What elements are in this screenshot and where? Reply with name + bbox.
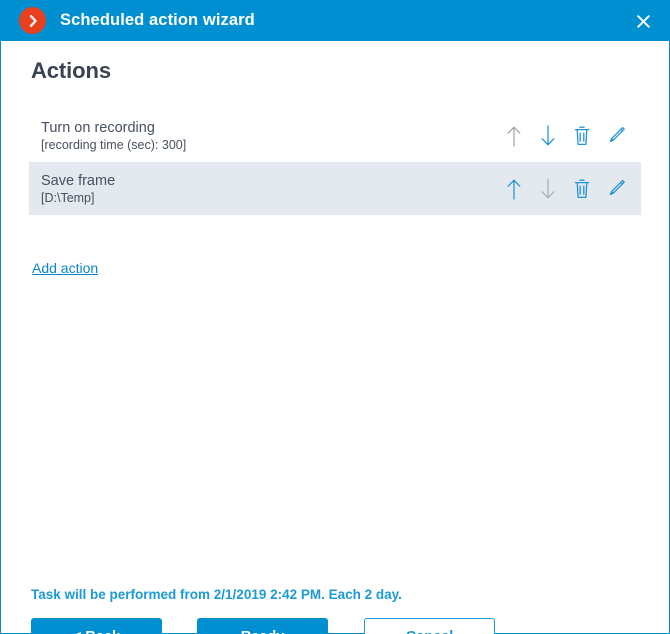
title-bar: Scheduled action wizard <box>0 0 670 41</box>
window-body: Actions Turn on recording [recording tim… <box>0 41 670 634</box>
action-name: Turn on recording <box>41 119 155 136</box>
ready-button[interactable]: Ready <box>197 618 328 634</box>
action-detail: [recording time (sec): 300] <box>41 137 187 152</box>
action-row[interactable]: Turn on recording [recording time (sec):… <box>29 109 641 162</box>
trash-icon[interactable] <box>565 121 599 151</box>
cancel-button[interactable]: Cancel <box>364 618 495 634</box>
status-text: Task will be performed from 2/1/2019 2:4… <box>31 587 402 602</box>
arrow-down-icon[interactable] <box>531 121 565 151</box>
action-row-icons <box>497 174 641 204</box>
page-title: Actions <box>31 58 111 83</box>
action-row-texts: Save frame [D:\Temp] <box>29 172 497 206</box>
arrow-up-icon[interactable] <box>497 174 531 204</box>
pencil-icon[interactable] <box>599 174 633 204</box>
action-row[interactable]: Save frame [D:\Temp] <box>29 162 641 215</box>
pencil-icon[interactable] <box>599 121 633 151</box>
actions-list: Turn on recording [recording time (sec):… <box>29 109 641 215</box>
close-icon[interactable] <box>630 8 656 34</box>
add-action-link[interactable]: Add action <box>32 260 98 276</box>
arrow-up-icon <box>497 121 531 151</box>
trash-icon[interactable] <box>565 174 599 204</box>
scheduled-action-wizard-window: Scheduled action wizard Actions Turn on … <box>0 0 670 634</box>
action-name: Save frame <box>41 172 116 189</box>
action-row-icons <box>497 121 641 151</box>
back-button[interactable]: < Back <box>31 618 162 634</box>
window-title: Scheduled action wizard <box>60 11 255 29</box>
action-row-texts: Turn on recording [recording time (sec):… <box>29 119 497 153</box>
action-detail: [D:\Temp] <box>41 190 95 205</box>
chevron-right-circle-icon <box>19 7 46 34</box>
arrow-down-icon <box>531 174 565 204</box>
